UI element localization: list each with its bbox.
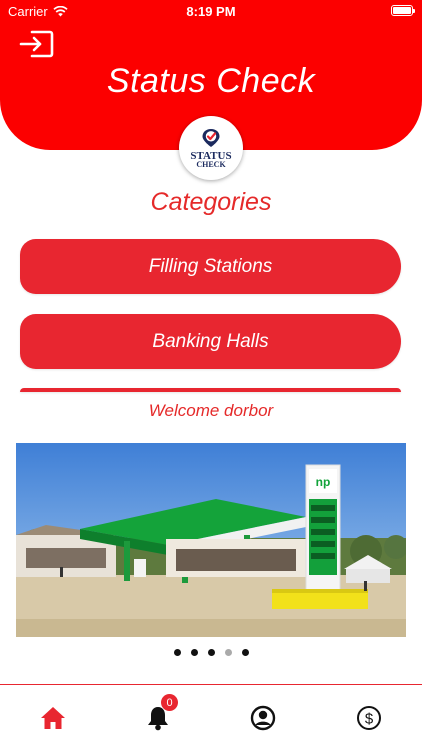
- carousel-dot-active[interactable]: [224, 649, 232, 656]
- tab-notifications[interactable]: 0: [143, 694, 178, 733]
- tab-profile[interactable]: [248, 703, 278, 733]
- checkmark-pin-icon: [202, 129, 220, 147]
- banking-halls-button[interactable]: Banking Halls: [20, 314, 401, 369]
- logo-text-check: CHECK: [196, 160, 226, 169]
- notification-badge: 0: [161, 694, 178, 711]
- app-logo: STATUS CHECK: [179, 116, 243, 180]
- filling-stations-button[interactable]: Filling Stations: [20, 239, 401, 294]
- tab-home[interactable]: [38, 703, 68, 733]
- carousel-dot[interactable]: [190, 649, 198, 656]
- logout-icon: [19, 30, 54, 58]
- battery-icon: [391, 5, 415, 16]
- carousel-dot[interactable]: [241, 649, 249, 656]
- status-bar: Carrier 8:19 PM: [0, 0, 422, 22]
- home-icon: [41, 707, 65, 729]
- station-sign-text: np: [316, 475, 331, 489]
- dollar-icon: $: [357, 706, 381, 730]
- svg-text:$: $: [365, 711, 374, 728]
- categories-heading: Categories: [150, 188, 272, 216]
- carousel-indicator: [0, 649, 422, 656]
- carousel-dot[interactable]: [207, 649, 215, 656]
- page-title: Status Check: [106, 62, 316, 100]
- logout-button[interactable]: [18, 28, 56, 60]
- bottom-tab-bar: 0 $: [0, 684, 422, 750]
- filling-station-image: np: [16, 443, 406, 637]
- category-button-partial[interactable]: [20, 388, 401, 392]
- tab-payments[interactable]: $: [354, 703, 384, 733]
- profile-icon: [250, 705, 276, 731]
- status-time: 8:19 PM: [186, 4, 236, 19]
- welcome-message: Welcome dorbor: [148, 401, 274, 420]
- image-carousel[interactable]: np: [16, 443, 406, 637]
- carousel-dot[interactable]: [173, 649, 181, 656]
